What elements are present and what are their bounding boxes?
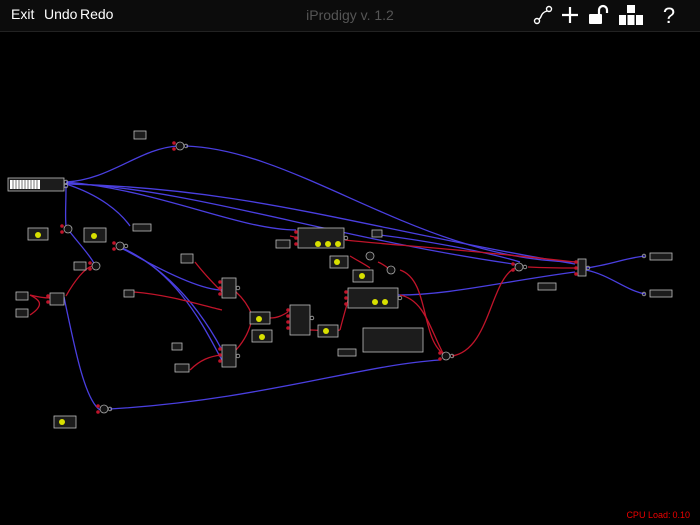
module[interactable] — [221, 344, 237, 368]
wire — [119, 247, 223, 361]
wire — [109, 359, 441, 410]
module[interactable] — [649, 289, 673, 298]
mixer-node[interactable] — [115, 241, 125, 251]
module[interactable] — [15, 308, 29, 318]
modules-icon[interactable] — [618, 2, 644, 28]
connect-icon[interactable] — [530, 2, 556, 28]
module[interactable] — [221, 277, 237, 299]
wire — [235, 291, 253, 316]
module[interactable] — [123, 289, 135, 298]
mixer-node[interactable] — [99, 404, 109, 414]
module[interactable] — [347, 287, 399, 309]
module[interactable] — [49, 292, 65, 306]
wire — [269, 311, 289, 319]
wire — [29, 294, 41, 316]
cpu-load-label: CPU Load: — [626, 510, 671, 520]
wire — [65, 265, 93, 297]
module[interactable] — [275, 239, 291, 249]
help-icon[interactable]: ? — [656, 2, 682, 28]
mixer-node[interactable] — [175, 141, 185, 151]
module[interactable] — [15, 291, 29, 301]
svg-text:?: ? — [663, 3, 675, 28]
wire — [585, 255, 646, 269]
wire — [119, 246, 223, 351]
wire — [189, 354, 223, 371]
wire — [63, 296, 101, 411]
module[interactable] — [649, 252, 673, 261]
module[interactable] — [289, 304, 311, 336]
cpu-load-value: 0.10 — [672, 510, 690, 520]
patch-canvas[interactable] — [0, 32, 700, 525]
wire — [133, 291, 223, 311]
wire — [585, 269, 646, 295]
mixer-node[interactable] — [441, 351, 451, 361]
module[interactable] — [73, 261, 87, 271]
module[interactable] — [337, 348, 357, 357]
module[interactable] — [371, 229, 383, 238]
wire — [65, 145, 179, 183]
module[interactable] — [174, 363, 190, 373]
mixer-node[interactable] — [63, 224, 73, 234]
mixer-node[interactable] — [386, 265, 396, 275]
wire — [65, 181, 297, 231]
mixer-node[interactable] — [91, 261, 101, 271]
module[interactable] — [537, 282, 557, 291]
module[interactable] — [362, 327, 424, 353]
mixer-node[interactable] — [365, 251, 375, 261]
module[interactable] — [132, 223, 152, 232]
add-icon[interactable] — [557, 2, 583, 28]
module[interactable] — [171, 342, 183, 351]
module[interactable] — [180, 253, 194, 264]
module[interactable] — [577, 258, 587, 277]
module[interactable] — [133, 130, 147, 140]
wire — [185, 145, 576, 263]
unlock-icon[interactable] — [585, 2, 611, 28]
wire — [451, 267, 516, 357]
wire — [527, 266, 576, 269]
cpu-load-readout: CPU Load: 0.10 — [624, 510, 690, 520]
mixer-node[interactable] — [514, 262, 524, 272]
toolbar: Exit Undo Redo iProdigy v. 1.2 ? — [0, 0, 700, 32]
